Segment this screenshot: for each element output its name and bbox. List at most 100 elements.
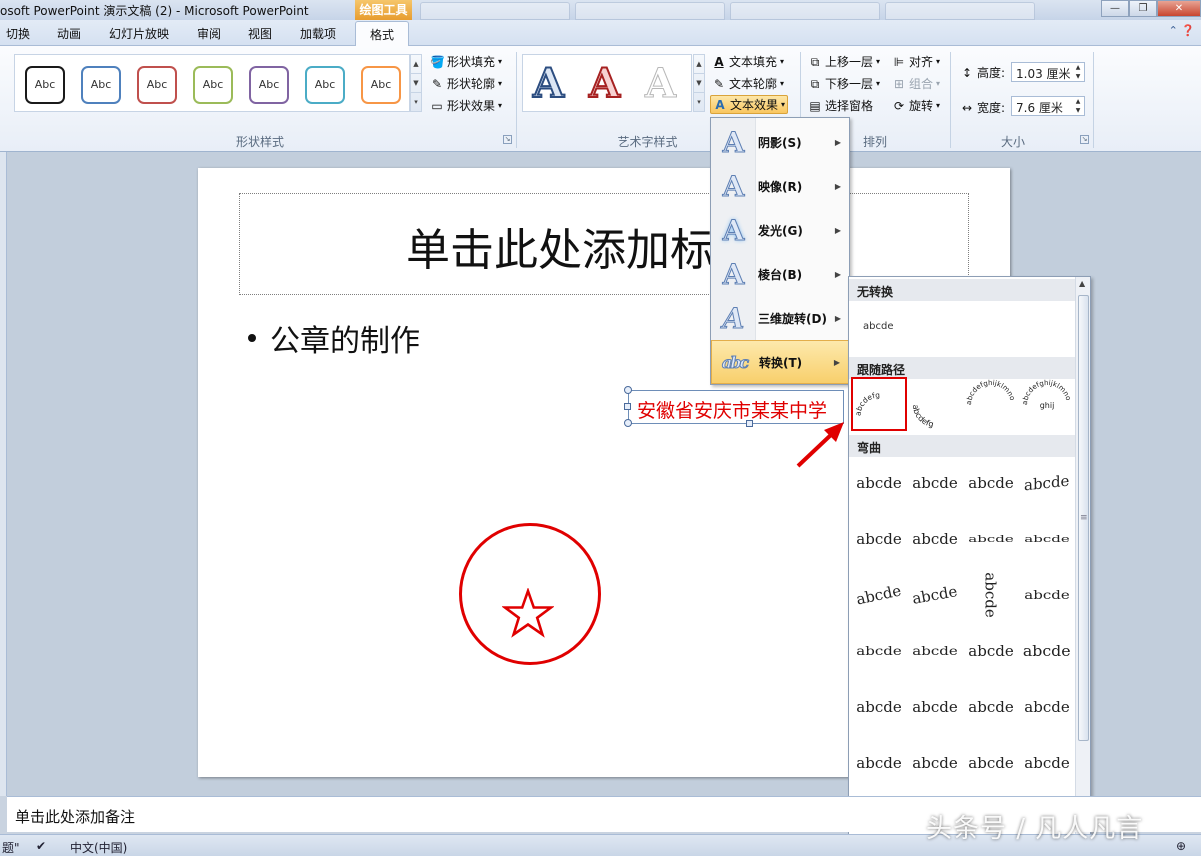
- shape-style-preset[interactable]: Abc: [25, 66, 65, 104]
- menu-item-glow[interactable]: A 发光(G) ▶: [711, 208, 849, 252]
- warp-option[interactable]: abcde: [963, 567, 1019, 623]
- shape-style-preset[interactable]: Abc: [137, 66, 177, 104]
- button-path-option[interactable]: abcdefghijklmno ghij: [1019, 377, 1075, 431]
- warp-option[interactable]: abcde: [851, 511, 907, 567]
- rotate-button[interactable]: ⟳ 旋转 ▾: [892, 97, 940, 114]
- width-spinner[interactable]: ▲ ▼: [1072, 97, 1084, 115]
- menu-item-transform[interactable]: abc 转换(T) ▶: [711, 340, 849, 384]
- dialog-launcher-icon[interactable]: ↘: [1080, 135, 1089, 144]
- menu-item-bevel[interactable]: A 棱台(B) ▶: [711, 252, 849, 296]
- tab-addins[interactable]: 加载项: [300, 25, 336, 42]
- warp-option-sample: abcde: [1024, 471, 1070, 495]
- title-placeholder-text: 单击此处添加标: [406, 225, 714, 276]
- tab-transitions[interactable]: 切换: [6, 25, 30, 42]
- warp-option[interactable]: abcde: [907, 679, 963, 735]
- warp-option[interactable]: abcde: [963, 735, 1019, 791]
- seal-star-icon[interactable]: [502, 588, 554, 640]
- warp-option[interactable]: abcde: [851, 567, 907, 623]
- shape-effects-button[interactable]: ▭ 形状效果 ▾: [430, 97, 502, 114]
- tab-view[interactable]: 视图: [248, 25, 272, 42]
- scroll-up-icon[interactable]: ▲: [1079, 279, 1085, 288]
- width-input[interactable]: 7.6 厘米 ▲ ▼: [1011, 96, 1085, 116]
- shape-outline-button[interactable]: ✎ 形状轮廓 ▾: [430, 75, 502, 92]
- warp-option[interactable]: abcde: [1019, 623, 1075, 679]
- menu-item-shadow[interactable]: A 阴影(S) ▶: [711, 120, 849, 164]
- dialog-launcher-icon[interactable]: ↘: [503, 135, 512, 144]
- warp-option[interactable]: abcde: [851, 455, 907, 511]
- warp-option[interactable]: abcde: [907, 567, 963, 623]
- warp-option[interactable]: abcde: [907, 511, 963, 567]
- shape-effects-icon: ▭: [431, 98, 443, 113]
- pencil-icon: ✎: [431, 76, 443, 91]
- submenu-arrow-icon: ▶: [833, 357, 840, 367]
- bring-forward-icon: ⧉: [810, 54, 820, 69]
- warp-option[interactable]: abcde: [1019, 511, 1075, 567]
- text-outline-button[interactable]: ✎ 文本轮廓 ▾: [712, 75, 784, 92]
- spellcheck-icon[interactable]: ✔: [36, 839, 46, 853]
- status-language[interactable]: 中文(中国): [70, 839, 127, 856]
- selection-pane-button[interactable]: ▤ 选择窗格: [808, 97, 873, 114]
- minimize-button[interactable]: —: [1101, 0, 1129, 17]
- warp-option[interactable]: abcde: [1019, 735, 1075, 791]
- align-button[interactable]: ⊫ 对齐 ▾: [892, 53, 940, 70]
- chevron-down-icon: ▾: [498, 79, 503, 88]
- arch-down-path-option[interactable]: abcdefg: [907, 377, 963, 431]
- transform-submenu: 无转换 abcde 跟随路径 abcdefg abcdefg abcdefghi…: [848, 276, 1091, 856]
- warp-option[interactable]: abcde: [1019, 455, 1075, 511]
- bullet-item[interactable]: 公章的制作: [248, 316, 420, 360]
- warp-option[interactable]: abcde: [963, 623, 1019, 679]
- wordart-gallery-scroll[interactable]: ▲ ▼ ▾: [693, 54, 705, 112]
- warp-option[interactable]: abcde: [1019, 679, 1075, 735]
- arch-up-path-option[interactable]: abcdefg: [851, 377, 907, 431]
- group-divider: [516, 52, 517, 148]
- shape-style-preset[interactable]: Abc: [361, 66, 401, 104]
- tab-slideshow[interactable]: 幻灯片放映: [109, 25, 169, 42]
- zoom-in-icon[interactable]: ⊕: [1176, 839, 1186, 853]
- wordart-preset[interactable]: A: [644, 60, 676, 108]
- text-effects-button[interactable]: A 文本效果 ▾: [710, 95, 789, 114]
- warp-option[interactable]: abcde: [851, 679, 907, 735]
- tab-animations[interactable]: 动画: [57, 25, 81, 42]
- no-transform-option[interactable]: abcde: [863, 321, 893, 332]
- send-backward-button[interactable]: ⧉ 下移一层 ▾: [808, 75, 880, 92]
- warp-option[interactable]: abcde: [907, 623, 963, 679]
- shape-style-gallery-scroll[interactable]: ▲ ▼ ▾: [410, 54, 422, 112]
- wordart-preset[interactable]: A: [588, 59, 621, 108]
- warp-option[interactable]: abcde: [963, 455, 1019, 511]
- shape-fill-button[interactable]: 🪣 形状填充 ▾: [430, 53, 502, 70]
- bullet-dot-icon: [248, 334, 256, 342]
- shape-style-preset[interactable]: Abc: [81, 66, 121, 104]
- height-input[interactable]: 1.03 厘米 ▲ ▼: [1011, 62, 1085, 82]
- shape-style-preset[interactable]: Abc: [249, 66, 289, 104]
- warp-option[interactable]: abcde: [851, 623, 907, 679]
- maximize-button[interactable]: ❐: [1129, 0, 1157, 17]
- close-button[interactable]: ✕: [1157, 0, 1201, 17]
- slides-pane-edge[interactable]: [0, 152, 7, 796]
- resize-handle[interactable]: [746, 420, 753, 427]
- height-spinner[interactable]: ▲ ▼: [1072, 63, 1084, 81]
- resize-handle[interactable]: [624, 403, 631, 410]
- wordart-preset[interactable]: A: [532, 59, 565, 108]
- menu-item-3d-rotation[interactable]: A 三维旋转(D) ▶: [711, 296, 849, 340]
- submenu-arrow-icon: ▶: [834, 313, 841, 323]
- warp-option[interactable]: abcde: [851, 735, 907, 791]
- text-fill-button[interactable]: A 文本填充 ▾: [712, 53, 784, 70]
- submenu-scrollbar[interactable]: ▲ ≡: [1075, 277, 1090, 855]
- tab-review[interactable]: 审阅: [197, 25, 221, 42]
- bring-forward-button[interactable]: ⧉ 上移一层 ▾: [808, 53, 880, 70]
- warp-option[interactable]: abcde: [1019, 567, 1075, 623]
- tab-format[interactable]: 格式: [355, 21, 410, 47]
- resize-handle[interactable]: [624, 386, 632, 394]
- resize-handle[interactable]: [624, 419, 632, 427]
- warp-option[interactable]: abcde: [907, 455, 963, 511]
- warp-option[interactable]: abcde: [963, 679, 1019, 735]
- help-icon[interactable]: ⌃ ❓: [1169, 24, 1195, 37]
- shape-style-preset[interactable]: Abc: [193, 66, 233, 104]
- shape-style-preset[interactable]: Abc: [305, 66, 345, 104]
- circle-path-option[interactable]: abcdefghijklmno: [963, 377, 1019, 431]
- warp-option-sample: abcde: [854, 581, 904, 609]
- group-button[interactable]: ⊞ 组合 ▾: [892, 75, 940, 92]
- warp-option[interactable]: abcde: [907, 735, 963, 791]
- menu-item-reflection[interactable]: A 映像(R) ▶: [711, 164, 849, 208]
- warp-option[interactable]: abcde: [963, 511, 1019, 567]
